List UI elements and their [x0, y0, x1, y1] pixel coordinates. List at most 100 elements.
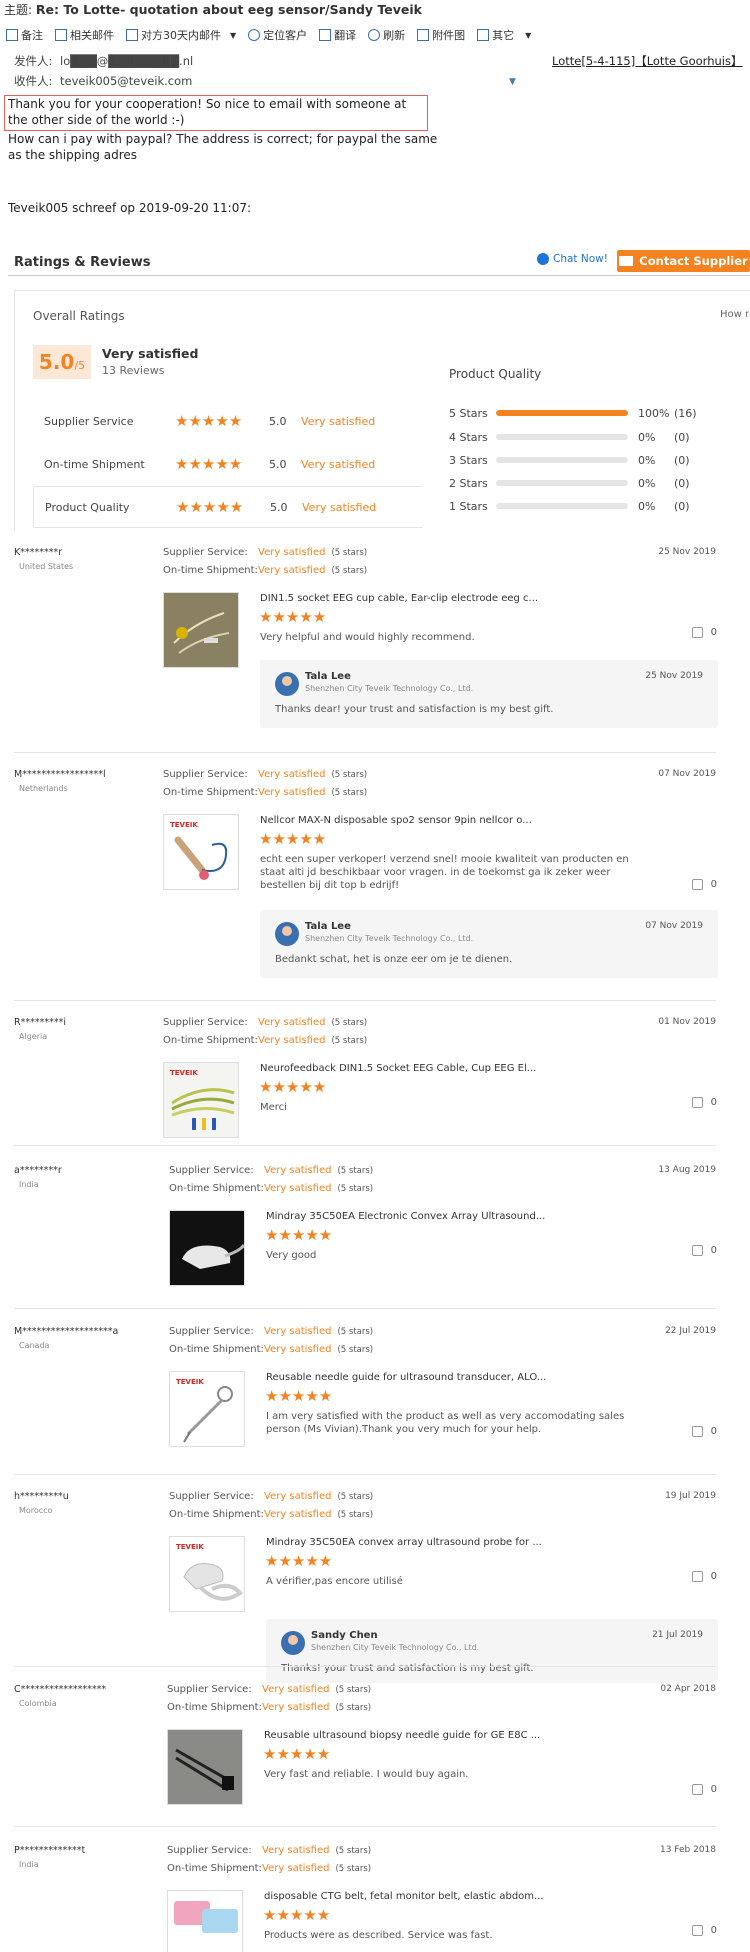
- product-thumbnail[interactable]: TEVEIK: [163, 814, 239, 890]
- contact-label: Contact Supplier: [639, 254, 748, 268]
- helpful-button[interactable]: 0: [691, 1097, 717, 1108]
- star-rating-icon: ★★★★★: [175, 411, 243, 430]
- shipment-value: Very satisfied (5 stars): [264, 1183, 373, 1194]
- helpful-button[interactable]: 0: [691, 1925, 717, 1936]
- supplier-service-label: Supplier Service:: [169, 1491, 254, 1502]
- to-address[interactable]: teveik005@teveik.com: [60, 74, 192, 88]
- product-title-link[interactable]: DIN1.5 socket EEG cup cable, Ear-clip el…: [260, 593, 538, 604]
- criteria-text: Very satisfied: [301, 457, 376, 471]
- reviewer-name: P*************t: [14, 1845, 86, 1856]
- helpful-button[interactable]: 0: [691, 1245, 717, 1256]
- reviewer-country: Netherlands: [19, 784, 68, 793]
- product-thumbnail[interactable]: TEVEIK: [163, 1062, 239, 1138]
- helpful-button[interactable]: 0: [691, 1426, 717, 1437]
- supplier-service-label: Supplier Service:: [163, 769, 248, 780]
- distribution-row: 2 Stars 0% (0): [449, 475, 709, 491]
- distribution-bar: [496, 410, 628, 416]
- product-title-link[interactable]: Reusable needle guide for ultrasound tra…: [266, 1372, 546, 1383]
- shipment-value: Very satisfied (5 stars): [258, 565, 367, 576]
- rating-stars-text: (5 stars): [331, 770, 368, 780]
- rating-stars-text: (5 stars): [337, 1492, 374, 1502]
- product-thumbnail[interactable]: TEVEIK: [169, 1371, 245, 1447]
- supplier-service-label: Supplier Service:: [169, 1326, 254, 1337]
- review-date: 07 Nov 2019: [658, 769, 716, 779]
- review-date: 19 Jul 2019: [665, 1491, 716, 1501]
- product-title-link[interactable]: disposable CTG belt, fetal monitor belt,…: [264, 1891, 544, 1902]
- mail-toolbar: 备注 相关邮件 对方30天内邮件 ▼ 定位客户 翻译 刷新 附件图 其它 ▼: [0, 24, 620, 46]
- from-label: 发件人:: [14, 54, 53, 68]
- reviewer-country: India: [19, 1860, 39, 1869]
- rating-text: Very satisfied: [258, 769, 326, 780]
- product-thumbnail[interactable]: [169, 1210, 245, 1286]
- helpful-button[interactable]: 0: [691, 627, 717, 638]
- from-field: 发件人: lo███@████████.nl: [14, 53, 193, 69]
- supplier-reply: Tala Lee Shenzhen City Teveik Technology …: [260, 910, 718, 978]
- criteria-label: On-time Shipment: [44, 457, 145, 471]
- shipment-value: Very satisfied (5 stars): [264, 1509, 373, 1520]
- product-title-link[interactable]: Reusable ultrasound biopsy needle guide …: [264, 1730, 540, 1741]
- rating-stars-text: (5 stars): [335, 1846, 372, 1856]
- helpful-button[interactable]: 0: [691, 1784, 717, 1795]
- helpful-button[interactable]: 0: [691, 1571, 717, 1582]
- reply-date: 21 Jul 2019: [652, 1630, 703, 1640]
- helpful-button[interactable]: 0: [691, 879, 717, 890]
- toolbar-note-button[interactable]: 备注: [6, 27, 43, 43]
- product-title-link[interactable]: Neurofeedback DIN1.5 Socket EEG Cable, C…: [260, 1063, 536, 1074]
- reviewer-country: India: [19, 1180, 39, 1189]
- chat-label: Chat Now!: [553, 253, 608, 265]
- toolbar-more-button[interactable]: 其它 ▼: [477, 27, 531, 43]
- rating-text: Very satisfied: [258, 787, 326, 798]
- shipment-label: On-time Shipment:: [169, 1509, 264, 1520]
- rating-text: Very satisfied: [262, 1863, 330, 1874]
- distribution-percent: 100%: [638, 406, 670, 420]
- criteria-score: 5.0: [269, 457, 287, 471]
- product-title-link[interactable]: Nellcor MAX-N disposable spo2 sensor 9pi…: [260, 815, 532, 826]
- product-thumbnail[interactable]: [163, 592, 239, 668]
- reviewer-name: M*******************a: [14, 1326, 119, 1337]
- how-rated-link[interactable]: How ra: [720, 309, 750, 320]
- product-thumbnail[interactable]: TEVEIK: [169, 1536, 245, 1612]
- toolbar-related-mail-button[interactable]: 相关邮件: [55, 27, 114, 43]
- review-date: 22 Jul 2019: [665, 1326, 716, 1336]
- brand-text: TEVEIK: [176, 1543, 204, 1551]
- review-text: Very fast and reliable. I would buy agai…: [264, 1769, 469, 1780]
- criteria-row-product-quality[interactable]: Product Quality ★★★★★ 5.0 Very satisfied: [33, 486, 423, 528]
- rating-stars-text: (5 stars): [335, 1703, 372, 1713]
- email-subject: 主题: Re: To Lotte- quotation about eeg se…: [0, 0, 750, 20]
- product-star-rating-icon: ★★★★★: [265, 1226, 333, 1244]
- reviewer-country: United States: [19, 562, 74, 571]
- toolbar-translate-button[interactable]: 翻译: [319, 27, 356, 43]
- contact-link[interactable]: Lotte[5-4-115]【Lotte Goorhuis】: [552, 53, 742, 69]
- rating-stars-text: (5 stars): [337, 1510, 374, 1520]
- spo2-sensor-image: TEVEIK: [164, 815, 238, 889]
- product-thumbnail[interactable]: [167, 1890, 243, 1952]
- contact-supplier-button[interactable]: Contact Supplier: [617, 250, 750, 272]
- toolbar-locate-customer-button[interactable]: 定位客户: [248, 27, 307, 43]
- product-star-rating-icon: ★★★★★: [263, 1906, 331, 1924]
- email-body-text: How can i pay with paypal? The address i…: [8, 132, 438, 162]
- chat-now-button[interactable]: Chat Now!: [537, 253, 608, 265]
- expand-recipients-icon[interactable]: ▼: [509, 77, 516, 87]
- product-title-link[interactable]: Mindray 35C50EA convex array ultrasound …: [266, 1537, 542, 1548]
- toolbar-attachment-image-button[interactable]: 附件图: [417, 27, 465, 43]
- toolbar-refresh-button[interactable]: 刷新: [368, 27, 405, 43]
- star-rating-icon: ★★★★★: [176, 497, 244, 516]
- supplier-reply: Sandy Chen Shenzhen City Teveik Technolog…: [266, 1619, 718, 1683]
- rating-text: Very satisfied: [264, 1344, 332, 1355]
- reply-name: Tala Lee: [305, 921, 351, 932]
- review-text: Products were as described. Service was …: [264, 1930, 493, 1941]
- shipment-label: On-time Shipment:: [167, 1702, 262, 1713]
- helpful-count: 0: [710, 627, 717, 638]
- shipment-value: Very satisfied (5 stars): [258, 1035, 367, 1046]
- supplier-reply: Tala Lee Shenzhen City Teveik Technology …: [260, 660, 718, 728]
- thumbs-up-icon: [691, 1097, 703, 1108]
- product-thumbnail[interactable]: [167, 1729, 243, 1805]
- attachment-image-icon: [417, 29, 430, 41]
- toolbar-mail-history-button[interactable]: 对方30天内邮件 ▼: [126, 27, 236, 43]
- toolbar-label: 对方30天内邮件: [141, 29, 221, 42]
- from-address[interactable]: lo███@████████.nl: [60, 54, 193, 68]
- product-title-link[interactable]: Mindray 35C50EA Electronic Convex Array …: [266, 1211, 545, 1222]
- locate-customer-icon: [248, 29, 261, 41]
- product-star-rating-icon: ★★★★★: [259, 1078, 327, 1096]
- product-star-rating-icon: ★★★★★: [265, 1387, 333, 1405]
